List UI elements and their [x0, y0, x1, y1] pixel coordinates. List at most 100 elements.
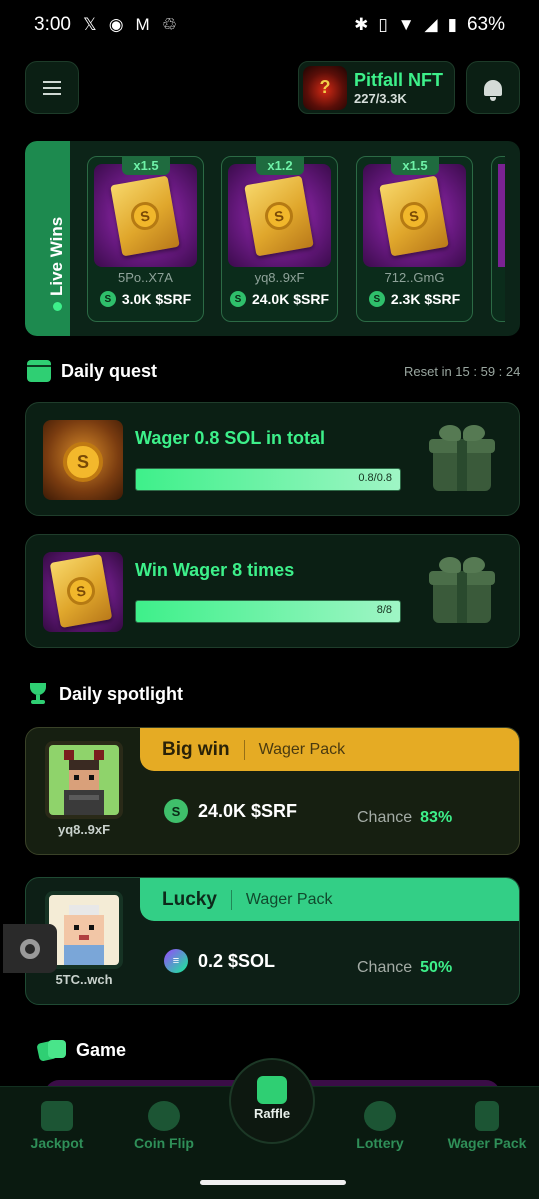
win-amount: 3.0K $SRF — [121, 291, 192, 307]
wager-pack-icon — [475, 1101, 499, 1131]
menu-button[interactable] — [25, 61, 79, 114]
srf-coin-icon: S — [262, 199, 296, 233]
quest-image: S — [43, 420, 123, 500]
daily-quest-heading: Daily quest — [27, 360, 157, 382]
spotlight-banner: Lucky Wager Pack — [140, 878, 519, 921]
spotlight-type: Big win — [162, 738, 230, 760]
x-app-icon: 𝕏 — [82, 15, 97, 34]
hamburger-icon — [43, 77, 61, 99]
chance-value: 83% — [420, 809, 453, 826]
daily-spotlight-title: Daily spotlight — [59, 683, 184, 704]
win-user: yq8..9xF — [254, 270, 305, 285]
battery-icon: ▮ — [447, 15, 457, 34]
calendar-icon — [27, 360, 51, 382]
tab-raffle[interactable]: Raffle — [229, 1058, 315, 1144]
spotlight-pack: Wager Pack — [245, 890, 333, 908]
quest-progress-bar: 0.8/0.8 — [135, 468, 401, 491]
tab-wager-pack[interactable]: Wager Pack — [437, 1087, 537, 1167]
spotlight-pack: Wager Pack — [258, 740, 346, 758]
chance-label: Chance — [357, 959, 413, 976]
multiplier-badge: x1.5 — [122, 156, 170, 175]
spotlight-user: yq8..9xF — [57, 822, 111, 837]
quest-title: Win Wager 8 times — [135, 560, 295, 580]
home-indicator[interactable] — [200, 1180, 346, 1185]
bluetooth-icon: ✱ — [354, 15, 369, 34]
floating-overlay-button[interactable] — [3, 924, 57, 973]
quest-card[interactable]: S Win Wager 8 times 8/8 — [25, 534, 520, 648]
dice-icon — [36, 1038, 66, 1062]
daily-quest-title: Daily quest — [61, 360, 158, 381]
live-win-card-partial[interactable] — [491, 156, 505, 322]
avatar — [45, 741, 123, 819]
spotlight-card-lucky[interactable]: Lucky Wager Pack 5TC..wch ≡ 0.2 $SOL Cha… — [25, 877, 520, 1005]
tab-jackpot[interactable]: Jackpot — [7, 1087, 107, 1167]
wifi-icon: ▼ — [397, 15, 415, 34]
nft-card[interactable]: ? Pitfall NFT 227/3.3K — [298, 61, 455, 114]
spotlight-chance: Chance 50% — [357, 959, 452, 977]
record-icon: ◉ — [108, 15, 124, 34]
status-time: 3:00 — [34, 14, 71, 35]
signal-icon: ◢ — [424, 15, 438, 34]
battery-percent: 63% — [466, 14, 505, 35]
srf-coin-icon: S — [128, 199, 162, 233]
gmail-icon: M — [135, 15, 150, 34]
srf-coin-icon: S — [63, 442, 103, 482]
win-user: 5Po..X7A — [118, 270, 173, 285]
quest-image: S — [43, 552, 123, 632]
nft-thumbnail: ? — [303, 65, 347, 110]
notifications-button[interactable] — [466, 61, 520, 114]
spotlight-amount: 24.0K $SRF — [198, 800, 298, 821]
tab-label: Coin Flip — [134, 1135, 194, 1151]
multiplier-badge: x1.5 — [391, 156, 439, 175]
srf-token-icon: S — [164, 799, 188, 823]
win-user: 712..GmG — [384, 270, 445, 285]
multiplier-badge: x1.2 — [256, 156, 304, 175]
quest-progress-bar: 8/8 — [135, 600, 401, 623]
spotlight-amount: 0.2 $SOL — [198, 950, 276, 971]
srf-coin-icon: S — [397, 199, 431, 233]
srf-coin-icon: S — [64, 574, 98, 608]
vibrate-icon: ▯ — [378, 15, 388, 34]
pack-image: S — [363, 164, 466, 267]
game-heading: Game — [36, 1038, 126, 1062]
spotlight-banner: Big win Wager Pack — [140, 728, 519, 771]
gift-box-icon[interactable] — [425, 553, 499, 627]
srf-token-icon: S — [99, 291, 116, 307]
spotlight-card-big-win[interactable]: Big win Wager Pack yq8..9xF S 24.0K $SRF… — [25, 727, 520, 855]
sol-token-icon: ≡ — [164, 949, 188, 973]
win-amount: 2.3K $SRF — [390, 291, 461, 307]
srf-token-icon: S — [368, 291, 385, 307]
live-dot-icon — [52, 302, 62, 311]
pack-image: S — [228, 164, 331, 267]
tab-label: Wager Pack — [447, 1135, 527, 1151]
live-wins-tab: Live Wins — [25, 141, 70, 336]
chance-label: Chance — [357, 809, 413, 826]
tab-lottery[interactable]: Lottery — [330, 1087, 430, 1167]
quest-title: Wager 0.8 SOL in total — [135, 428, 326, 448]
daily-spotlight-heading: Daily spotlight — [27, 683, 183, 705]
gift-box-icon[interactable] — [425, 421, 499, 495]
spotlight-chance: Chance 83% — [357, 809, 452, 827]
jackpot-icon — [41, 1101, 73, 1131]
spotlight-user: 5TC..wch — [55, 972, 113, 987]
live-win-card[interactable]: S x1.5 712..GmG S 2.3K $SRF — [356, 156, 473, 322]
bell-icon — [484, 79, 502, 101]
srf-token-icon: S — [229, 291, 246, 307]
quest-progress-text: 0.8/0.8 — [358, 472, 392, 484]
tab-label: Jackpot — [30, 1135, 84, 1151]
live-win-card[interactable]: S x1.2 yq8..9xF S 24.0K $SRF — [221, 156, 338, 322]
record-icon — [20, 938, 40, 959]
nft-count: 227/3.3K — [354, 90, 407, 106]
live-wins-panel: Live Wins S x1.5 5Po..X7A S 3.0K $SRF S x… — [25, 141, 520, 336]
chance-value: 50% — [420, 959, 453, 976]
quest-progress-fill — [136, 601, 400, 622]
tab-label: Raffle — [253, 1106, 291, 1121]
lottery-ball-icon — [364, 1101, 396, 1131]
live-win-card[interactable]: S x1.5 5Po..X7A S 3.0K $SRF — [87, 156, 204, 322]
status-bar: 3:00 𝕏 ◉ M ♲ ✱ ▯ ▼ ◢ ▮ 63% — [0, 0, 539, 50]
tab-coin-flip[interactable]: Coin Flip — [114, 1087, 214, 1167]
quest-card[interactable]: S Wager 0.8 SOL in total 0.8/0.8 — [25, 402, 520, 516]
reset-timer: Reset in 15 : 59 : 24 — [404, 364, 521, 379]
live-wins-label: Live Wins — [47, 216, 66, 296]
win-amount: 24.0K $SRF — [251, 291, 330, 307]
